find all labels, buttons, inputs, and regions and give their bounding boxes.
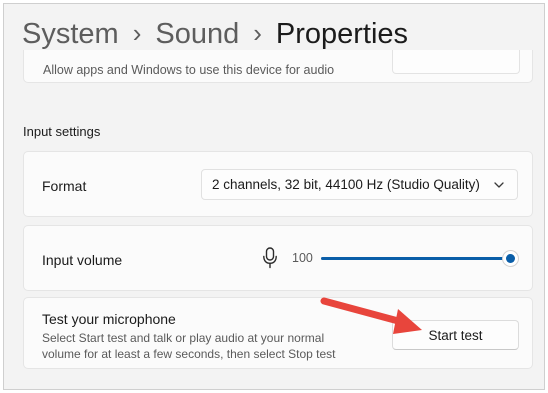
breadcrumb-separator: › <box>253 17 262 48</box>
volume-slider-track[interactable] <box>321 257 509 260</box>
allow-button[interactable] <box>392 50 520 74</box>
input-volume-card: Input volume 100 <box>23 225 533 291</box>
input-volume-label: Input volume <box>42 252 123 268</box>
volume-slider-fill <box>321 257 509 260</box>
test-microphone-title: Test your microphone <box>42 311 176 327</box>
test-microphone-card: Test your microphone Select Start test a… <box>23 297 533 369</box>
volume-value: 100 <box>292 251 313 265</box>
settings-window: System › Sound › Properties Allow apps a… <box>3 3 545 390</box>
breadcrumb-separator: › <box>132 17 142 48</box>
start-test-button[interactable]: Start test <box>392 320 519 350</box>
allow-apps-card: Allow apps and Windows to use this devic… <box>23 50 533 83</box>
microphone-icon[interactable] <box>262 247 278 269</box>
breadcrumb-item-system[interactable]: System <box>22 18 119 51</box>
format-card: Format 2 channels, 32 bit, 44100 Hz (Stu… <box>23 151 533 217</box>
volume-slider-thumb[interactable] <box>502 250 519 267</box>
breadcrumb: System › Sound › Properties <box>22 14 408 54</box>
chevron-down-icon <box>494 182 504 188</box>
format-selected-value: 2 channels, 32 bit, 44100 Hz (Studio Qua… <box>212 177 480 192</box>
test-microphone-description: Select Start test and talk or play audio… <box>42 331 336 361</box>
page-title: Properties <box>275 17 409 50</box>
format-dropdown[interactable]: 2 channels, 32 bit, 44100 Hz (Studio Qua… <box>201 169 518 200</box>
section-title-input-settings: Input settings <box>23 124 101 139</box>
format-label: Format <box>42 178 87 194</box>
allow-apps-label: Allow apps and Windows to use this devic… <box>43 63 335 77</box>
breadcrumb-item-sound[interactable]: Sound <box>155 18 239 51</box>
